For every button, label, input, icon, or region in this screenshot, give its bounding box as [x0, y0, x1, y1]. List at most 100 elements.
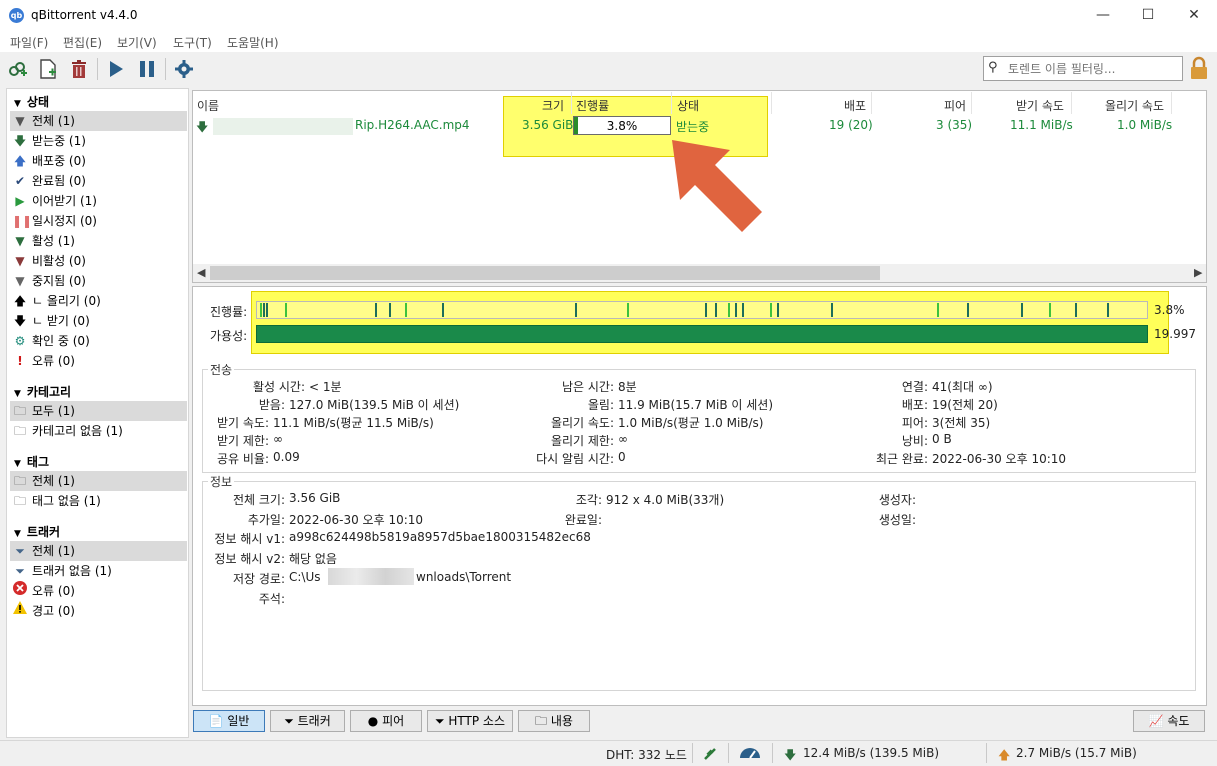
column-separator — [1171, 92, 1172, 114]
column-header-progress[interactable]: 진행률 — [576, 97, 609, 114]
menu-help[interactable]: 도움말(H) — [227, 34, 279, 51]
connections-label: 연결: — [901, 380, 928, 394]
collapse-arrow-icon: ▼ — [14, 99, 21, 109]
delete-icon[interactable] — [68, 58, 90, 80]
speed-button[interactable]: 📈 속도 — [1133, 710, 1205, 732]
add-link-icon[interactable] — [7, 58, 29, 80]
collapse-arrow-icon: ▼ — [14, 529, 21, 539]
sidebar-status-header[interactable]: ▼ 상태 — [14, 93, 49, 110]
downloaded-value: 127.0 MiB(139.5 MiB 이 세션) — [289, 398, 460, 412]
sidebar-item-downloading[interactable]: 🡇 받는중 (1) — [10, 131, 187, 151]
sidebar-category-header[interactable]: ▼ 카테고리 — [14, 383, 71, 400]
general-tab-icon: 📄 — [208, 714, 228, 728]
column-header-down-speed[interactable]: 받기 속도 — [1016, 97, 1064, 114]
scrollbar-thumb[interactable] — [210, 266, 880, 280]
pause-icon[interactable] — [136, 58, 158, 80]
tab-peers[interactable]: ● 피어 — [350, 710, 422, 732]
menu-file[interactable]: 파일(F) — [10, 34, 48, 51]
maximize-button[interactable]: ☐ — [1125, 0, 1171, 31]
annotation-arrow-icon — [672, 140, 762, 232]
progress-value: 3.8% — [1154, 303, 1185, 317]
folder-icon: 🗀 — [13, 404, 26, 418]
menu-view[interactable]: 보기(V) — [117, 34, 157, 51]
menu-edit[interactable]: 편집(E) — [63, 34, 102, 51]
share-ratio-label: 공유 비율: — [216, 452, 269, 466]
sidebar-item-paused[interactable]: ❚❚일시정지 (0) — [10, 211, 187, 231]
sidebar-item-errored[interactable]: ! 오류 (0) — [10, 351, 187, 371]
torrent-down-speed: 11.1 MiB/s — [1010, 118, 1073, 132]
sidebar-item-tracker-error[interactable]: 오류 (0) — [10, 581, 187, 601]
sidebar-item-resumed[interactable]: ▶ 이어받기 (1) — [10, 191, 187, 211]
tab-trackers[interactable]: ⏷ 트래커 — [270, 710, 345, 732]
hash-v1-label: 정보 해시 v1: — [214, 532, 285, 546]
scroll-right-icon[interactable]: ▶ — [1194, 266, 1202, 279]
column-header-seeds[interactable]: 배포 — [844, 97, 866, 114]
sidebar-item-seeding[interactable]: 🡅 배포중 (0) — [10, 151, 187, 171]
gear-icon[interactable] — [173, 58, 195, 80]
save-path-value-end[interactable]: wnloads\Torrent — [416, 570, 511, 584]
downloaded-piece-mark — [831, 303, 833, 317]
sidebar-item-untagged[interactable]: 🗀 태그 없음 (1) — [10, 491, 187, 511]
downloaded-piece-mark — [627, 303, 629, 317]
tab-content[interactable]: 🗀 내용 — [518, 710, 590, 732]
blurred-path-region — [328, 568, 414, 585]
download-speed-label: 받기 속도: — [216, 416, 269, 430]
column-header-name[interactable]: 이름 — [197, 97, 219, 114]
speed-limit-icon[interactable] — [738, 744, 762, 763]
warning-icon — [12, 601, 28, 621]
down-arrow-icon: 🡇 — [13, 314, 27, 328]
column-header-size[interactable]: 크기 — [542, 97, 564, 114]
sidebar-tag-header[interactable]: ▼ 태그 — [14, 453, 49, 470]
downloaded-piece-mark — [735, 303, 737, 317]
app-logo-icon: qb — [9, 8, 24, 23]
downloaded-piece-mark — [777, 303, 779, 317]
resume-icon[interactable] — [105, 58, 127, 80]
downloaded-piece-mark — [1049, 303, 1051, 317]
sidebar-item-stalled-downloading[interactable]: 🡇 ㄴ 받기 (0) — [10, 311, 187, 331]
chart-icon: 📈 — [1148, 714, 1168, 728]
column-header-peers[interactable]: 피어 — [944, 97, 966, 114]
remaining-value: 8분 — [618, 380, 637, 394]
search-box[interactable]: ⚲ — [983, 56, 1183, 81]
close-button[interactable]: ✕ — [1171, 0, 1217, 31]
tab-general[interactable]: 📄 일반 — [193, 710, 265, 732]
hash-v2-label: 정보 해시 v2: — [214, 552, 285, 566]
sidebar-item-active[interactable]: ▼ 활성 (1) — [10, 231, 187, 251]
minimize-button[interactable]: — — [1080, 0, 1126, 31]
download-speed-value: 11.1 MiB/s(평균 11.5 MiB/s) — [273, 416, 434, 430]
sidebar-item-stalled-uploading[interactable]: 🡅 ㄴ 올리기 (0) — [10, 291, 187, 311]
upload-limit-label: 올리기 제한: — [550, 434, 614, 448]
sidebar-item-trackerless[interactable]: ⏷ 트래커 없음 (1) — [10, 561, 187, 581]
sidebar-item-tag-all[interactable]: 🗀 전체 (1) — [10, 471, 187, 491]
sidebar-item-all[interactable]: ▼ 전체 (1) — [10, 111, 187, 131]
downloaded-piece-mark — [770, 303, 772, 317]
search-input[interactable] — [1008, 60, 1178, 78]
sidebar-tracker-header[interactable]: ▼ 트래커 — [14, 523, 60, 540]
dht-nodes: DHT: 332 노드 — [606, 748, 687, 762]
scroll-left-icon[interactable]: ◀ — [197, 266, 205, 279]
filter-icon: ▼ — [15, 114, 25, 128]
tab-http-sources[interactable]: ⏷ HTTP 소스 — [427, 710, 513, 732]
save-path-value-start[interactable]: C:\Us — [289, 570, 321, 584]
menu-tools[interactable]: 도구(T) — [173, 34, 212, 51]
downloaded-piece-mark — [266, 303, 268, 317]
sidebar-item-inactive[interactable]: ▼ 비활성 (0) — [10, 251, 187, 271]
lock-icon[interactable] — [1188, 56, 1210, 80]
exclamation-icon: ! — [17, 354, 23, 368]
sidebar-item-tracker-warning[interactable]: 경고 (0) — [10, 601, 187, 621]
total-size-value: 3.56 GiB — [289, 491, 341, 505]
sidebar-item-uncategorized[interactable]: 🗀 카테고리 없음 (1) — [10, 421, 187, 441]
connection-status-icon[interactable] — [702, 744, 718, 765]
sidebar-item-checking[interactable]: ⚙ 확인 중 (0) — [10, 331, 187, 351]
sidebar-item-category-all[interactable]: 🗀 모두 (1) — [10, 401, 187, 421]
column-header-up-speed[interactable]: 올리기 속도 — [1105, 97, 1164, 114]
downloaded-piece-mark — [1021, 303, 1023, 317]
peers-value: 3(전체 35) — [932, 416, 991, 430]
sidebar-item-stalled[interactable]: ▼ 중지됨 (0) — [10, 271, 187, 291]
add-file-icon[interactable] — [37, 58, 59, 80]
column-header-status[interactable]: 상태 — [677, 97, 699, 114]
sidebar-item-tracker-all[interactable]: ⏷ 전체 (1) — [10, 541, 187, 561]
hash-v1-value[interactable]: a998c624498b5819a8957d5bae1800315482ec68 — [289, 530, 591, 544]
sidebar-item-completed[interactable]: ✔ 완료됨 (0) — [10, 171, 187, 191]
filter-gray-icon: ▼ — [15, 274, 25, 288]
